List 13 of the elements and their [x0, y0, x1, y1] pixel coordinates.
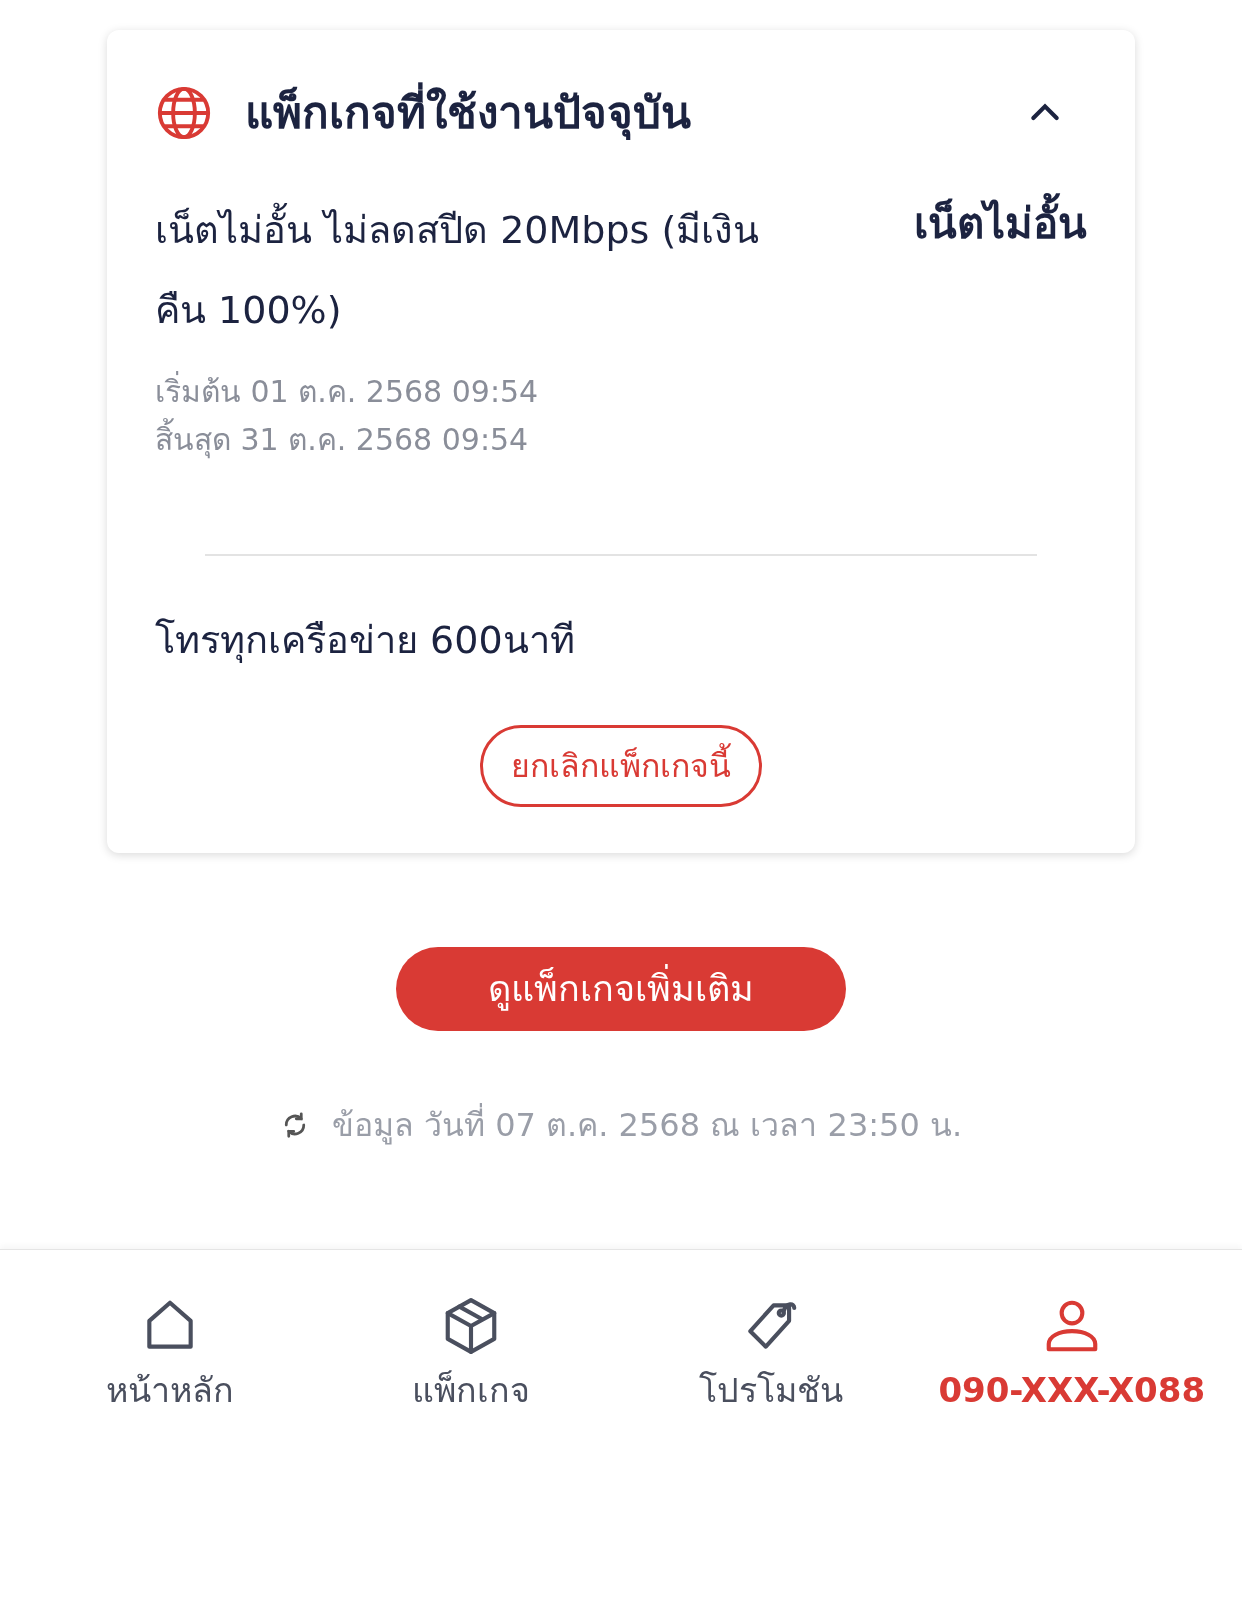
- package-name: เน็ตไม่อั้น ไม่ลดสปีด 20Mbps (มีเงินคืน 100%): [155, 190, 765, 350]
- nav-tab[interactable]: โปรโมชัน: [621, 1295, 922, 1425]
- end-date: สิ้นสุด 31 ต.ค. 2568 09:54: [155, 416, 765, 464]
- globe-icon: [155, 84, 213, 142]
- call-package: โทรทุกเครือข่าย 600นาที: [155, 617, 576, 665]
- nav-tab[interactable]: แพ็กเกจ: [320, 1295, 621, 1425]
- start-date: เริ่มต้น 01 ต.ค. 2568 09:54: [155, 368, 765, 416]
- cancel-package-button[interactable]: ยกเลิกแพ็กเกจนี้: [480, 725, 762, 807]
- nav-tab[interactable]: 090-XXX-X088: [921, 1295, 1222, 1425]
- card-title: แพ็กเกจที่ใช้งานปัจจุบัน: [245, 80, 691, 146]
- more-packages-button[interactable]: ดูแพ็กเกจเพิ่มเติม: [396, 947, 846, 1031]
- update-time: ข้อมูล วันที่ 07 ต.ค. 2568 ณ เวลา 23:50 น.: [331, 1101, 963, 1149]
- nav-tab[interactable]: หน้าหลัก: [20, 1295, 321, 1425]
